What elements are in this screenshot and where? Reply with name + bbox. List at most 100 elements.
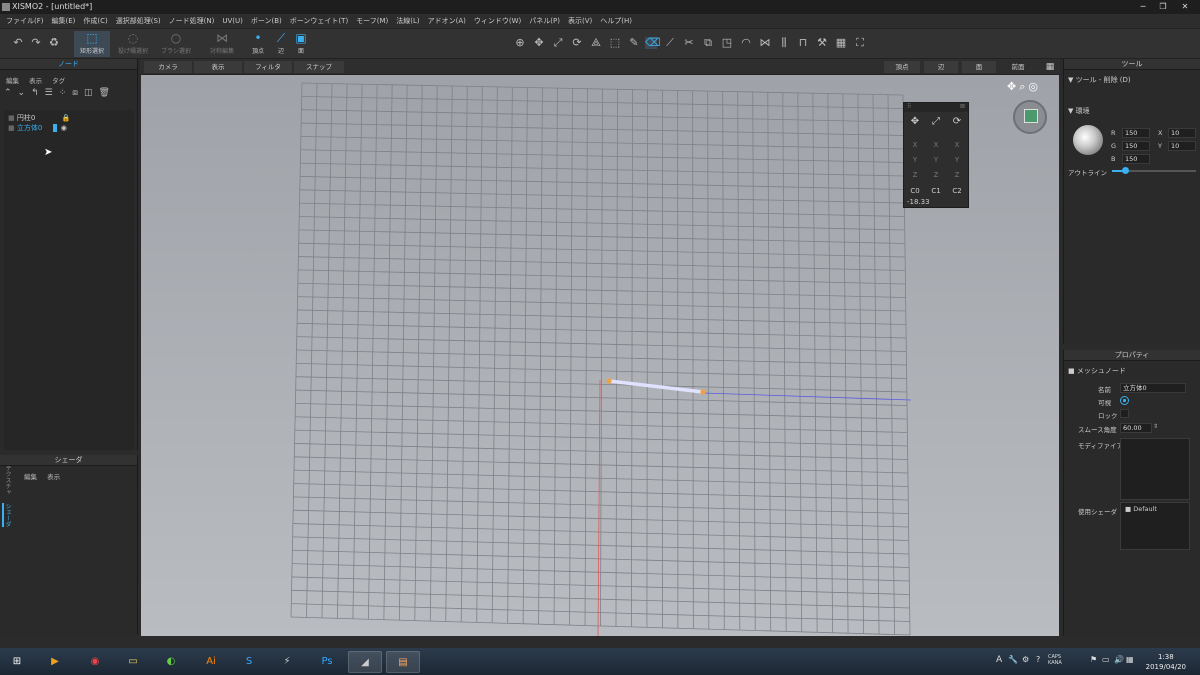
face-mode-button[interactable]: ▣ 面	[292, 31, 310, 57]
globe-icon[interactable]: ⊕	[514, 37, 526, 49]
material-preview-sphere[interactable]	[1073, 125, 1103, 155]
xismo-task-icon[interactable]: ◢	[348, 651, 382, 673]
menu-bone[interactable]: ボーン(B)	[251, 16, 282, 26]
vertex-handle-right[interactable]	[700, 389, 706, 395]
shader-menu-view[interactable]: 表示	[47, 473, 60, 481]
zoom-icon[interactable]: ⌕	[1019, 80, 1028, 93]
symmetric-edit-button[interactable]: ⋈ 対称編集	[202, 31, 242, 57]
layout-icon[interactable]: ▦	[1044, 61, 1056, 73]
menu-window[interactable]: ウィンドウ(W)	[474, 16, 521, 26]
menu-file[interactable]: ファイル(F)	[6, 16, 44, 26]
volume-icon[interactable]: 🔊	[1114, 655, 1124, 664]
view-cube-face[interactable]	[1024, 109, 1038, 123]
start-button[interactable]: ⊞	[4, 651, 30, 673]
vertex-view-button[interactable]: 頂点	[884, 61, 920, 73]
extrude-icon[interactable]: ⧉	[702, 37, 714, 49]
folder-icon[interactable]: ▭	[116, 651, 150, 673]
orbit-icon[interactable]: ◎	[1028, 80, 1041, 93]
gizmo-x2[interactable]: X	[947, 138, 967, 152]
menu-uv[interactable]: UV(U)	[222, 17, 243, 25]
gizmo-y2[interactable]: Y	[947, 153, 967, 167]
smooth-angle-spinner[interactable]: ⇕	[1153, 423, 1160, 433]
eye-icon[interactable]: ◉	[61, 124, 67, 132]
cut-icon[interactable]: ✂	[683, 37, 695, 49]
shader-item-default[interactable]: ■ Default	[1125, 505, 1157, 513]
ime-mode-icon[interactable]: ⚙	[1022, 655, 1029, 664]
gizmo-rotate-icon[interactable]: ⟳	[947, 115, 967, 129]
shader-list[interactable]: ■ Default	[1120, 502, 1190, 550]
name-field[interactable]: 立方体0	[1120, 383, 1186, 393]
usb-icon[interactable]: ⚡	[270, 651, 304, 673]
y-field[interactable]: 10	[1168, 141, 1196, 151]
node-menu-edit[interactable]: 編集	[6, 77, 19, 85]
move-icon[interactable]: ✥	[533, 37, 545, 49]
gizmo-y1[interactable]: Y	[926, 153, 946, 167]
shader-menu-edit[interactable]: 編集	[24, 473, 37, 481]
redo-icon[interactable]: ↷	[30, 37, 42, 49]
g-field[interactable]: 150	[1122, 141, 1150, 151]
rect-select-button[interactable]: ⬚ 矩形選択	[74, 31, 110, 57]
illustrator-icon[interactable]: Ai	[194, 651, 228, 673]
menu-view[interactable]: 表示(V)	[568, 16, 592, 26]
filter-menu[interactable]: フィルタ	[244, 61, 292, 73]
b-field[interactable]: 150	[1122, 154, 1150, 164]
trash-icon[interactable]: 🗑	[99, 88, 116, 98]
gizmo-x1[interactable]: X	[926, 138, 946, 152]
media-player-icon[interactable]: ▶	[38, 651, 72, 673]
lock-icon[interactable]: 🔒	[62, 114, 71, 122]
gizmo-z1[interactable]: Z	[926, 168, 946, 182]
gizmo-close-icon[interactable]: ⊠	[960, 103, 965, 110]
bag-icon[interactable]: ⊓	[797, 37, 809, 49]
arc-icon[interactable]: ◠	[740, 37, 752, 49]
bounding-box-icon[interactable]: ⬚	[609, 37, 621, 49]
x-field[interactable]: 10	[1168, 128, 1196, 138]
parent-icon[interactable]: ↰	[31, 88, 45, 98]
node-menu-view[interactable]: 表示	[29, 77, 42, 85]
node-item-cylinder[interactable]: ■ 円柱0 🔒	[8, 113, 70, 123]
menu-node[interactable]: ノード処理(N)	[169, 16, 215, 26]
vertex-handle-left[interactable]	[606, 378, 612, 384]
grid-icon[interactable]: ⁘	[59, 88, 73, 98]
gizmo-c0[interactable]: C0	[905, 184, 925, 198]
clock[interactable]: 1:38 2019/04/20	[1146, 652, 1186, 672]
gizmo-c1[interactable]: C1	[926, 184, 946, 198]
gizmo-c2[interactable]: C2	[947, 184, 967, 198]
shader-tab[interactable]: シェーダ	[2, 503, 12, 527]
tray-icon[interactable]: ▭	[1102, 655, 1110, 664]
group-icon[interactable]: ⧈	[72, 88, 84, 98]
gizmo-x0[interactable]: X	[905, 138, 925, 152]
modifier-list[interactable]	[1120, 438, 1190, 500]
minimize-button[interactable]: ─	[1136, 2, 1150, 12]
eraser-icon[interactable]: ⌫	[645, 37, 661, 49]
flag-icon[interactable]: ⚑	[1090, 655, 1097, 664]
face-view-button[interactable]: 面	[962, 61, 996, 73]
vertex-mode-button[interactable]: • 頂点	[248, 31, 268, 57]
lock-checkbox[interactable]	[1120, 409, 1129, 418]
node-menu-tag[interactable]: タグ	[52, 77, 65, 85]
view-cube[interactable]	[1013, 100, 1047, 134]
bevel-icon[interactable]: ◳	[721, 37, 733, 49]
camera-menu[interactable]: カメラ	[144, 61, 192, 73]
menu-create[interactable]: 作成(C)	[83, 16, 107, 26]
hammer-icon[interactable]: ⚒	[816, 37, 828, 49]
axis-icon[interactable]: ⟁	[590, 37, 602, 49]
move-up-icon[interactable]: ⌃	[4, 88, 18, 98]
menu-bone-weight[interactable]: ボーンウェイト(T)	[290, 16, 348, 26]
gizmo-scale-icon[interactable]: ⤢	[926, 115, 946, 129]
visible-radio[interactable]	[1120, 396, 1129, 405]
menu-help[interactable]: ヘルプ(H)	[600, 16, 632, 26]
list-icon[interactable]: ☰	[45, 88, 59, 98]
brush-select-button[interactable]: ○ ブラシ選択	[156, 31, 196, 57]
film-icon[interactable]: ▦	[835, 37, 847, 49]
pen-icon[interactable]: ✎	[628, 37, 640, 49]
outline-slider[interactable]	[1112, 167, 1196, 174]
undo-icon[interactable]: ↶	[12, 37, 24, 49]
menu-selection[interactable]: 選択部処理(S)	[116, 16, 161, 26]
display-menu[interactable]: 表示	[194, 61, 242, 73]
node-item-cube[interactable]: ■ 立方体0 ◉	[8, 123, 67, 133]
knife-icon[interactable]: ⟋	[664, 37, 676, 49]
rotate-icon[interactable]: ⟳	[571, 37, 583, 49]
gizmo-move-icon[interactable]: ✥	[905, 115, 925, 129]
edge-view-button[interactable]: 辺	[924, 61, 958, 73]
move-down-icon[interactable]: ⌄	[18, 88, 32, 98]
